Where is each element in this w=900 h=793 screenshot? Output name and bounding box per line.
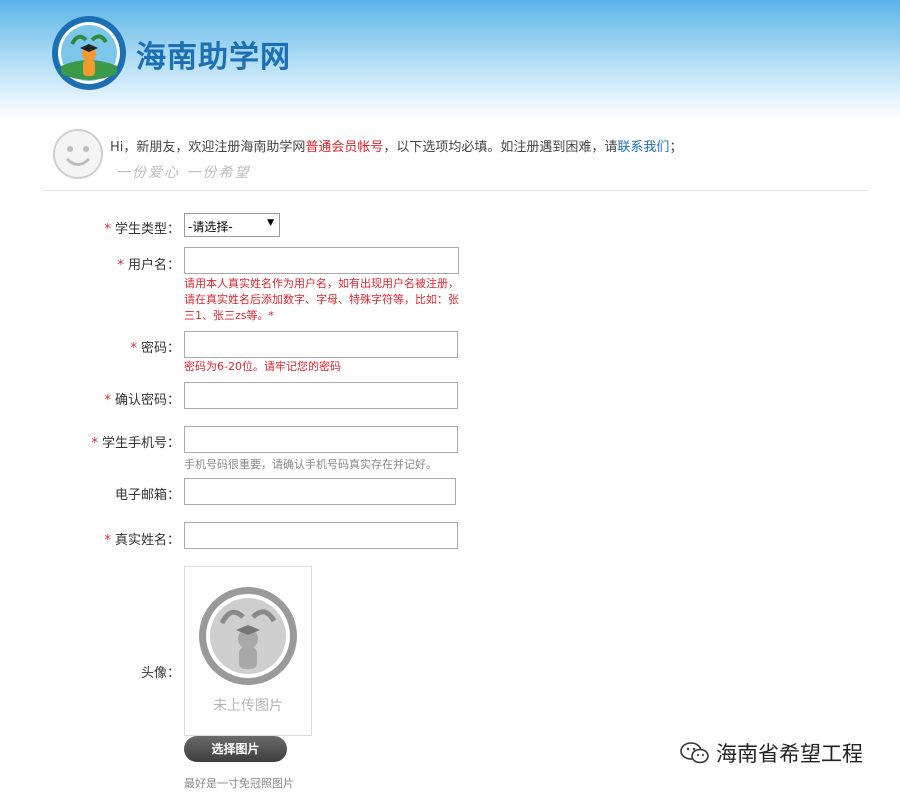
required-mark: * <box>104 393 111 408</box>
avatar-hint: 最好是一寸免冠照图片 <box>184 777 294 790</box>
avatar-label-text: 头像： <box>140 666 180 681</box>
choose-image-button[interactable]: 选择图片 <box>184 736 287 762</box>
real-name-input[interactable] <box>184 522 458 549</box>
avatar-preview[interactable]: 未上传图片 <box>184 566 312 736</box>
required-mark: * <box>104 222 111 237</box>
watermark: 海南省希望工程 <box>680 738 863 768</box>
wechat-icon <box>680 742 709 764</box>
password-hint: 密码为6-20位。请牢记您的密码 <box>184 360 341 373</box>
student-type-value: -请选择- <box>188 220 233 234</box>
email-input[interactable] <box>184 478 456 505</box>
avatar-label: 头像： <box>40 662 180 681</box>
greeting-middle: ，以下选项均必填。如注册遇到困难，请 <box>383 140 618 155</box>
site-header: 海南助学网 <box>0 0 900 120</box>
real-name-label: * 真实姓名： <box>40 529 180 548</box>
username-label: * 用户名： <box>40 254 180 273</box>
password-label-text: 密码： <box>140 341 180 356</box>
logo-emblem-icon[interactable] <box>50 14 128 92</box>
contact-us-link[interactable]: 联系我们 <box>617 140 669 155</box>
username-hint: 请用本人真实姓名作为用户名，如有出现用户名被注册，请在真实姓名后添加数字、字母、… <box>184 277 459 322</box>
watermark-text: 海南省希望工程 <box>716 742 863 766</box>
student-type-label: * 学生类型： <box>40 218 180 237</box>
phone-hint: 手机号码很重要，请确认手机号码真实存在并记好。 <box>184 458 437 471</box>
smiley-icon <box>53 129 103 179</box>
phone-input[interactable] <box>184 426 458 453</box>
student-type-label-text: 学生类型： <box>114 222 180 237</box>
required-mark: * <box>117 258 124 273</box>
confirm-password-input[interactable] <box>184 382 458 409</box>
greeting-suffix: ； <box>669 140 683 155</box>
confirm-password-label: * 确认密码： <box>40 389 180 408</box>
greeting-highlight: 普通会员帐号 <box>305 140 384 155</box>
phone-label-text: 学生手机号： <box>101 436 180 451</box>
logo-text[interactable]: 海南助学网 <box>136 32 291 76</box>
username-label-text: 用户名： <box>127 258 180 273</box>
username-input[interactable] <box>184 247 459 274</box>
required-mark: * <box>91 436 98 451</box>
phone-label: * 学生手机号： <box>40 432 180 451</box>
password-label: * 密码： <box>40 337 180 356</box>
divider <box>42 190 868 191</box>
required-mark: * <box>130 341 137 356</box>
greeting-prefix: Hi，新朋友，欢迎注册海南助学网 <box>110 140 306 155</box>
avatar-placeholder-caption: 未上传图片 <box>213 698 283 714</box>
required-mark: * <box>104 533 111 548</box>
real-name-label-text: 真实姓名： <box>114 533 180 548</box>
avatar-placeholder-icon <box>199 587 297 685</box>
email-label-text: 电子邮箱： <box>114 488 180 503</box>
password-input[interactable] <box>184 331 458 358</box>
slogan: 一份爱心 一份希望 <box>116 165 251 181</box>
student-type-select[interactable]: -请选择- ▼ <box>184 213 280 237</box>
dropdown-caret-icon: ▼ <box>267 218 274 228</box>
confirm-password-label-text: 确认密码： <box>114 393 180 408</box>
greeting-text: Hi，新朋友，欢迎注册海南助学网普通会员帐号，以下选项均必填。如注册遇到困难，请… <box>110 136 682 155</box>
email-label: 电子邮箱： <box>40 484 180 503</box>
